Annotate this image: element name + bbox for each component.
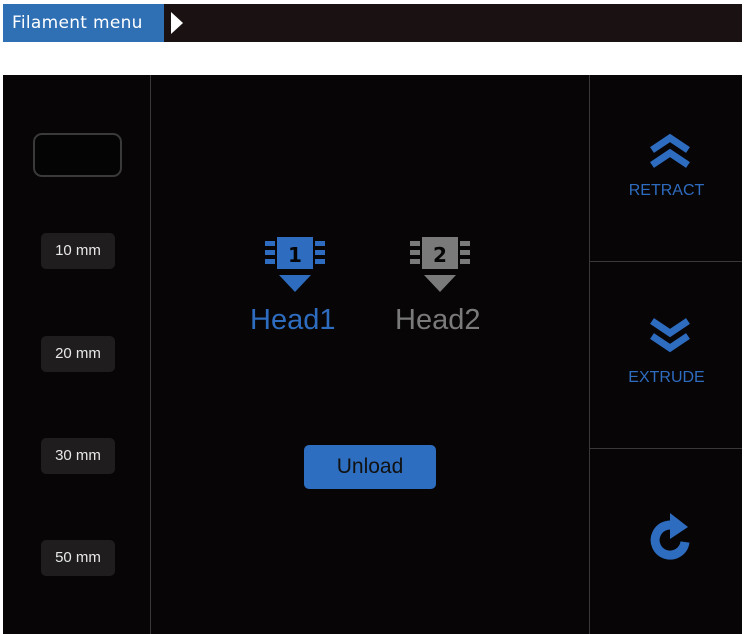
head2-number: 2 xyxy=(433,243,447,267)
retract-button[interactable]: RETRACT xyxy=(591,75,742,261)
unload-button[interactable]: Unload xyxy=(304,445,436,489)
head1-number: 1 xyxy=(288,243,302,267)
refresh-icon xyxy=(650,513,690,560)
refresh-button[interactable] xyxy=(591,449,742,634)
distance-50mm-button[interactable]: 50 mm xyxy=(41,540,115,576)
title-bar: Filament menu xyxy=(3,4,742,42)
menu-title: Filament menu xyxy=(3,4,164,42)
distance-10mm-button[interactable]: 10 mm xyxy=(41,233,115,269)
divider-left xyxy=(150,75,151,634)
distance-display[interactable] xyxy=(33,133,122,177)
chevron-right-icon xyxy=(171,12,183,34)
distance-20mm-button[interactable]: 20 mm xyxy=(41,336,115,372)
nozzle-head-1-icon: 1 xyxy=(265,237,325,292)
head1-label: Head1 xyxy=(250,304,336,336)
retract-label: RETRACT xyxy=(628,182,705,199)
double-chevron-down-icon xyxy=(650,318,690,353)
extrude-label: EXTRUDE xyxy=(628,369,705,386)
filament-panel: 10 mm 20 mm 30 mm 50 mm 1 Head1 2 Head2 … xyxy=(3,75,742,634)
head2-label: Head2 xyxy=(395,304,481,336)
divider-right xyxy=(589,75,590,634)
double-chevron-up-icon xyxy=(650,133,690,168)
nozzle-head-2-icon: 2 xyxy=(410,237,470,292)
extrude-button[interactable]: EXTRUDE xyxy=(591,262,742,448)
distance-30mm-button[interactable]: 30 mm xyxy=(41,438,115,474)
